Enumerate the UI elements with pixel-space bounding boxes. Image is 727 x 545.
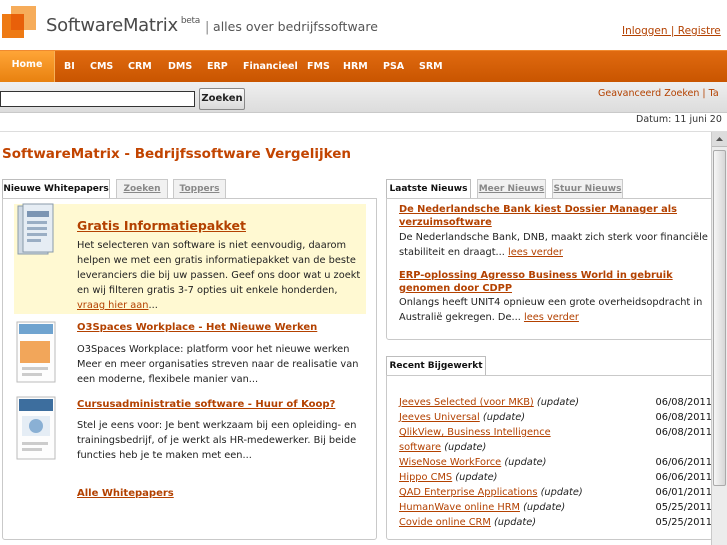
date-row: Datum: 11 juni 20 (0, 113, 727, 132)
tab-stuur-nieuws[interactable]: Stuur Nieuws (552, 179, 623, 198)
product-link[interactable]: Jeeves Selected (voor MKB) (399, 397, 534, 408)
logo-name-matrix: Matrix (122, 15, 178, 36)
update-date: 06/08/2011 (655, 427, 712, 438)
search-bar: Zoeken Geavanceerd Zoeken | Ta (0, 82, 727, 113)
list-item: HumanWave online HRM (update) 05/25/2011 (399, 500, 712, 515)
update-date: 06/06/2011 (655, 457, 712, 468)
tab-recent-bijgewerkt[interactable]: Recent Bijgewerkt (386, 356, 486, 376)
nav-item-psa[interactable]: PSA (383, 51, 404, 82)
info-package-title[interactable]: Gratis Informatiepakket (77, 218, 246, 233)
update-tag: (update) (455, 472, 498, 483)
update-date: 06/08/2011 (655, 412, 712, 423)
list-item: Hippo CMS (update) 06/06/2011 (399, 470, 712, 485)
product-link[interactable]: software (399, 442, 441, 453)
scroll-up-button[interactable] (712, 132, 727, 147)
search-input[interactable] (0, 91, 195, 107)
news-summary: Onlangs heeft UNIT4 opnieuw een grote ov… (399, 295, 709, 325)
arrow-up-icon (716, 137, 723, 141)
tab-meer-nieuws[interactable]: Meer Nieuws (477, 179, 546, 198)
request-here-link[interactable]: vraag hier aan (77, 300, 148, 311)
list-item: QlikView, Business Intelligence 06/08/20… (399, 425, 712, 440)
advanced-search-link[interactable]: Geavanceerd Zoeken | Ta (598, 88, 719, 99)
list-item: software (update) (399, 440, 712, 455)
nav-item-fms[interactable]: FMS (307, 51, 330, 82)
update-tag: (update) (444, 442, 487, 453)
logo-text[interactable]: SoftwareMatrix beta | alles over bedrijfsso… (46, 15, 378, 36)
news-headline[interactable]: De Nederlandsche Bank kiest Dossier Mana… (399, 203, 704, 229)
nav-item-dms[interactable]: DMS (168, 51, 192, 82)
product-link[interactable]: WiseNose WorkForce (399, 457, 501, 468)
whitepaper-tabs: Nieuwe Whitepapers Zoeken Toppers (2, 179, 377, 199)
beta-label: beta (180, 16, 200, 26)
whitepaper-description: Stel je eens voor: Je bent werkzaam bij … (77, 420, 357, 461)
list-item: WiseNose WorkForce (update) 06/06/2011 (399, 455, 712, 470)
whitepaper-description: O3Spaces Workplace: platform voor het ni… (77, 344, 359, 385)
page-title: SoftwareMatrix - Bedrijfssoftware Vergel… (2, 146, 351, 162)
tab-toppers[interactable]: Toppers (173, 179, 226, 198)
nav-item-srm[interactable]: SRM (419, 51, 443, 82)
whitepaper-title[interactable]: O3Spaces Workplace - Het Nieuwe Werken (77, 322, 317, 333)
news-tabs: Laatste Nieuws Meer Nieuws Stuur Nieuws (386, 179, 712, 199)
update-tag: (update) (540, 487, 583, 498)
update-tag: (update) (523, 502, 566, 513)
update-date: 05/25/2011 (655, 517, 712, 528)
vertical-scrollbar[interactable] (711, 132, 727, 545)
current-date: Datum: 11 juni 20 (636, 114, 722, 125)
recent-tabs: Recent Bijgewerkt (386, 356, 712, 376)
update-tag: (update) (504, 457, 547, 468)
news-headline[interactable]: ERP-oplossing Agresso Business World in … (399, 269, 704, 295)
tab-zoeken[interactable]: Zoeken (116, 179, 168, 198)
update-date: 06/06/2011 (655, 472, 712, 483)
list-item: Jeeves Universal (update) 06/08/2011 (399, 410, 712, 425)
update-date: 06/01/2011 (655, 487, 712, 498)
update-date: 05/25/2011 (655, 502, 712, 513)
update-tag: (update) (493, 517, 537, 528)
product-link[interactable]: QAD Enterprise Applications (399, 487, 537, 498)
whitepaper-thumbnail[interactable] (16, 396, 58, 462)
nav-item-crm[interactable]: CRM (128, 51, 152, 82)
info-package-description: Het selecteren van software is niet eenv… (77, 240, 361, 296)
nav-item-bi[interactable]: BI (64, 51, 75, 82)
product-link[interactable]: HumanWave online HRM (399, 502, 520, 513)
list-item: QAD Enterprise Applications (update) 06/0… (399, 485, 712, 500)
tagline: alles over bedrijfssoftware (213, 19, 378, 34)
read-more-link[interactable]: lees verder (524, 312, 579, 323)
whitepaper-title[interactable]: Cursusadministratie software - Huur of K… (77, 399, 335, 410)
list-item: Jeeves Selected (voor MKB) (update) 06/08… (399, 395, 712, 410)
logo-icon[interactable] (2, 6, 36, 40)
product-link[interactable]: Covide online CRM (399, 517, 491, 528)
search-button[interactable]: Zoeken (199, 88, 245, 110)
main-navigation: Home BI CMS CRM DMS ERP Financieel FMS H… (0, 50, 727, 82)
whitepaper-thumbnail[interactable] (16, 321, 58, 385)
news-summary: De Nederlandsche Bank, DNB, maakt zich s… (399, 230, 709, 260)
logo-separator: | (204, 20, 210, 35)
product-link[interactable]: QlikView, Business Intelligence (399, 427, 551, 438)
read-more-link[interactable]: lees verder (508, 247, 563, 258)
info-package-text: Het selecteren van software is niet eenv… (77, 238, 367, 313)
update-tag: (update) (536, 397, 580, 408)
tab-nieuwe-whitepapers[interactable]: Nieuwe Whitepapers (2, 179, 110, 199)
nav-item-home[interactable]: Home (0, 51, 55, 82)
list-item: Covide online CRM (update) 05/25/2011 (399, 515, 712, 530)
all-whitepapers-link[interactable]: Alle Whitepapers (77, 488, 174, 499)
update-date: 06/08/2011 (655, 397, 712, 408)
nav-item-hrm[interactable]: HRM (343, 51, 368, 82)
login-register-link[interactable]: Inloggen | Registre (622, 25, 721, 37)
info-package-thumbnail[interactable] (17, 203, 55, 257)
site-header: SoftwareMatrix beta | alles over bedrijfsso… (0, 0, 727, 48)
tab-laatste-nieuws[interactable]: Laatste Nieuws (386, 179, 471, 199)
nav-item-cms[interactable]: CMS (90, 51, 113, 82)
logo-name-software: Software (46, 15, 123, 36)
product-link[interactable]: Hippo CMS (399, 472, 452, 483)
nav-item-financieel[interactable]: Financieel (243, 51, 298, 82)
update-tag: (update) (482, 412, 526, 423)
info-package-ellipsis: ... (148, 300, 158, 311)
product-link[interactable]: Jeeves Universal (399, 412, 480, 423)
nav-item-erp[interactable]: ERP (207, 51, 228, 82)
scrollbar-thumb[interactable] (713, 150, 726, 486)
